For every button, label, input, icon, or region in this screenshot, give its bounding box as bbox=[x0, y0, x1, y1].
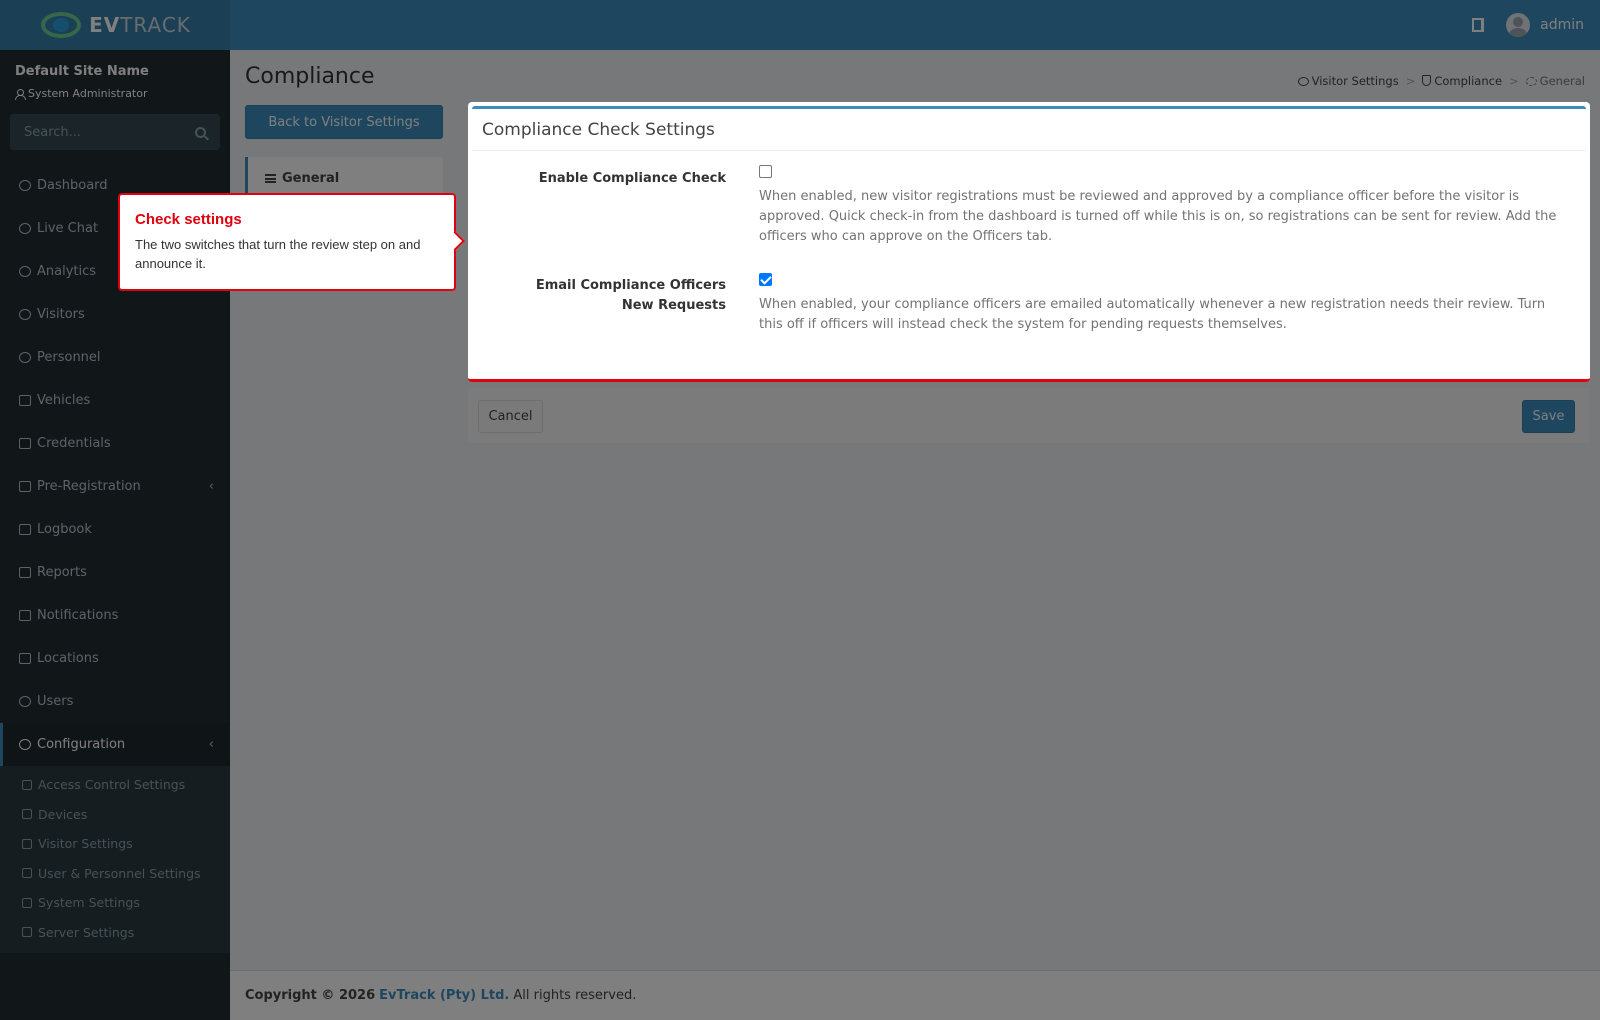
sidebar-item-personnel[interactable]: Personnel bbox=[0, 336, 230, 379]
page-title: Compliance bbox=[245, 64, 375, 89]
tooltip-body: The two switches that turn the review st… bbox=[135, 237, 421, 271]
sidebar-item-logbook[interactable]: Logbook bbox=[0, 508, 230, 551]
car-icon bbox=[19, 395, 31, 406]
breadcrumb-visitor-settings[interactable]: Visitor Settings bbox=[1297, 74, 1399, 88]
back-to-visitor-settings-button[interactable]: Back to Visitor Settings bbox=[245, 105, 443, 139]
lock-icon bbox=[22, 779, 32, 790]
eye-icon bbox=[22, 838, 32, 849]
app-logo[interactable]: EVTRACK bbox=[0, 0, 230, 50]
headset-icon bbox=[19, 223, 31, 234]
users-icon bbox=[19, 696, 31, 707]
chevron-left-icon: ‹ bbox=[208, 737, 214, 752]
breadcrumb-separator: > bbox=[1509, 74, 1519, 88]
submenu-item-devices[interactable]: Devices bbox=[0, 800, 230, 830]
breadcrumb-compliance[interactable]: Compliance bbox=[1422, 74, 1502, 88]
eye-icon bbox=[19, 309, 31, 320]
field-label: Email Compliance Officers New Requests bbox=[535, 278, 726, 313]
sliders-icon bbox=[265, 173, 276, 183]
breadcrumb-separator: > bbox=[1405, 74, 1416, 88]
sidebar-item-visitors[interactable]: Visitors bbox=[0, 293, 230, 336]
person-icon bbox=[15, 88, 26, 100]
top-navbar: EVTRACK admin bbox=[0, 0, 1600, 50]
field-label: Enable Compliance Check bbox=[538, 171, 726, 186]
search-icon[interactable] bbox=[195, 126, 206, 138]
panel-title: Compliance Check Settings bbox=[472, 109, 1586, 151]
avatar[interactable] bbox=[1506, 13, 1531, 37]
help-text: When enabled, your compliance officers a… bbox=[759, 297, 1546, 332]
bell-icon bbox=[19, 610, 31, 621]
badge-icon bbox=[19, 438, 31, 449]
gear-icon bbox=[19, 739, 31, 750]
top-right-menu: admin bbox=[1472, 0, 1600, 50]
submenu-item-user-personnel-settings[interactable]: User & Personnel Settings bbox=[0, 859, 230, 889]
device-icon bbox=[22, 809, 32, 820]
map-icon bbox=[19, 653, 31, 664]
enable-compliance-checkbox[interactable] bbox=[759, 165, 772, 178]
footer-brand-link[interactable]: EvTrack (Pty) Ltd. bbox=[379, 988, 509, 1003]
sidebar-item-reports[interactable]: Reports bbox=[0, 551, 230, 594]
form-actions: Cancel Save bbox=[468, 387, 1589, 443]
arrows-icon bbox=[19, 481, 31, 492]
save-button[interactable]: Save bbox=[1522, 400, 1575, 433]
tour-tooltip: Check settings The two switches that tur… bbox=[118, 193, 456, 291]
door-icon[interactable] bbox=[1472, 18, 1485, 32]
book-icon bbox=[19, 524, 31, 535]
site-block: Default Site Name System Administrator bbox=[0, 50, 230, 112]
configuration-submenu: Access Control Settings Devices Visitor … bbox=[0, 766, 230, 953]
form-row-enable-compliance: Enable Compliance Check When enabled, ne… bbox=[472, 151, 1586, 259]
sidebar-item-credentials[interactable]: Credentials bbox=[0, 422, 230, 465]
server-icon bbox=[22, 927, 32, 938]
personnel-icon bbox=[19, 352, 31, 363]
sliders-icon bbox=[22, 897, 32, 908]
eye-icon bbox=[1297, 77, 1309, 86]
tooltip-title: Check settings bbox=[135, 211, 242, 228]
cancel-button[interactable]: Cancel bbox=[478, 400, 543, 433]
compliance-settings-box: Compliance Check Settings Enable Complia… bbox=[472, 106, 1586, 376]
sidebar-item-notifications[interactable]: Notifications bbox=[0, 594, 230, 637]
chevron-left-icon: ‹ bbox=[208, 479, 214, 494]
gear-icon bbox=[1525, 77, 1537, 86]
shield-icon bbox=[1422, 75, 1432, 86]
logo-mark-icon bbox=[39, 10, 83, 40]
submenu-item-system-settings[interactable]: System Settings bbox=[0, 888, 230, 918]
users-icon bbox=[22, 868, 32, 879]
site-name: Default Site Name bbox=[15, 64, 149, 79]
help-text: When enabled, new visitor registrations … bbox=[759, 189, 1557, 244]
chart-icon bbox=[19, 567, 31, 578]
highlighted-settings-panel: Compliance Check Settings Enable Complia… bbox=[468, 102, 1590, 382]
email-officers-checkbox[interactable] bbox=[759, 273, 772, 286]
dashboard-icon bbox=[19, 180, 31, 191]
analytics-icon bbox=[19, 266, 31, 277]
sidebar-item-locations[interactable]: Locations bbox=[0, 637, 230, 680]
breadcrumb-general: General bbox=[1525, 74, 1585, 88]
breadcrumb: Visitor Settings > Compliance > General bbox=[1297, 74, 1585, 88]
submenu-item-visitor-settings[interactable]: Visitor Settings bbox=[0, 829, 230, 859]
user-name[interactable]: admin bbox=[1540, 17, 1584, 33]
submenu-item-server-settings[interactable]: Server Settings bbox=[0, 918, 230, 948]
search-input[interactable]: Search... bbox=[10, 114, 220, 150]
sidebar-item-users[interactable]: Users bbox=[0, 680, 230, 723]
form-row-email-officers: Email Compliance Officers New Requests W… bbox=[472, 259, 1586, 359]
footer: Copyright © 2026 EvTrack (Pty) Ltd. All … bbox=[230, 970, 1600, 1020]
sidebar-item-vehicles[interactable]: Vehicles bbox=[0, 379, 230, 422]
sidebar-item-configuration[interactable]: Configuration ‹ bbox=[0, 723, 230, 766]
submenu-item-access-control-settings[interactable]: Access Control Settings bbox=[0, 770, 230, 800]
logo-text: EVTRACK bbox=[89, 13, 191, 37]
sidebar-item-pre-registration[interactable]: Pre-Registration ‹ bbox=[0, 465, 230, 508]
site-role: System Administrator bbox=[15, 87, 215, 100]
